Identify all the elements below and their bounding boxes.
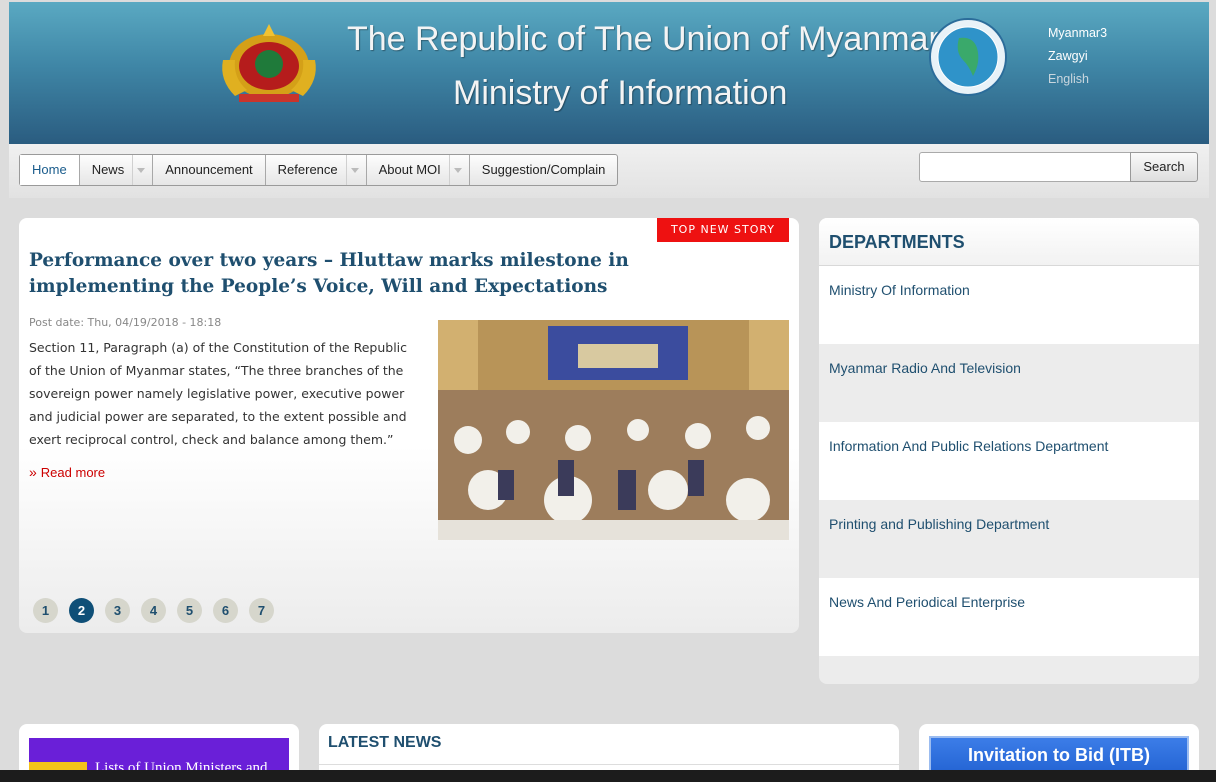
dept-link[interactable]: Printing and Publishing Department	[819, 500, 1199, 578]
page-link[interactable]: 5	[177, 598, 202, 623]
chevron-down-icon	[345, 155, 360, 185]
departments-panel: DEPARTMENTS Ministry Of Information Myan…	[819, 218, 1199, 684]
page-link[interactable]: 3	[105, 598, 130, 623]
site-header: The Republic of The Union of Myanmar Min…	[9, 2, 1209, 144]
page-link-active[interactable]: 2	[69, 598, 94, 623]
top-story-badge: TOP NEW STORY	[657, 218, 789, 242]
os-taskbar	[0, 770, 1216, 782]
story-title[interactable]: Performance over two years – Hluttaw mar…	[29, 248, 769, 300]
story-photo[interactable]	[438, 320, 789, 540]
state-emblem-icon[interactable]	[217, 20, 321, 104]
page-link[interactable]: 7	[249, 598, 274, 623]
language-myanmar3[interactable]: Myanmar3	[1048, 22, 1107, 45]
nav-reference[interactable]: Reference	[266, 155, 367, 185]
nav-announcement[interactable]: Announcement	[153, 155, 266, 185]
page-link[interactable]: 6	[213, 598, 238, 623]
read-more-link[interactable]: » Read more	[29, 464, 105, 480]
site-title-line2: Ministry of Information	[453, 74, 788, 112]
language-english[interactable]: English	[1048, 68, 1107, 91]
departments-heading: DEPARTMENTS	[819, 218, 1199, 266]
page-link[interactable]: 4	[141, 598, 166, 623]
latest-news-heading: LATEST NEWS	[328, 734, 442, 751]
nav-news-label: News	[91, 162, 125, 177]
nav-about-label: About MOI	[378, 162, 441, 177]
nav-home[interactable]: Home	[20, 155, 80, 185]
post-date: Post date: Thu, 04/19/2018 - 18:18	[29, 316, 222, 329]
story-summary: Section 11, Paragraph (a) of the Constit…	[29, 340, 408, 447]
search-input[interactable]	[919, 152, 1131, 182]
story-pager: 1 2 3 4 5 6 7	[33, 598, 285, 623]
page-link[interactable]: 1	[33, 598, 58, 623]
main-menu: Home News Announcement Reference About M…	[19, 154, 619, 186]
nav-about-moi[interactable]: About MOI	[367, 155, 470, 185]
nav-reference-label: Reference	[277, 162, 338, 177]
featured-story-panel: TOP NEW STORY Performance over two years…	[19, 218, 799, 633]
divider	[319, 764, 899, 765]
nav-suggestion[interactable]: Suggestion/Complain	[470, 155, 618, 185]
dept-link[interactable]: Ministry Of Information	[819, 266, 1199, 344]
language-switcher: Myanmar3 Zawgyi English	[1048, 22, 1107, 91]
nav-news[interactable]: News	[80, 155, 154, 185]
read-more-label: Read more	[40, 465, 106, 480]
search-button[interactable]: Search	[1130, 152, 1198, 182]
double-chevron-icon: »	[29, 464, 37, 480]
ministry-seal-icon	[929, 18, 1007, 96]
chevron-down-icon	[448, 155, 463, 185]
dept-link[interactable]: Information And Public Relations Departm…	[819, 422, 1199, 500]
language-zawgyi[interactable]: Zawgyi	[1048, 45, 1107, 68]
chevron-down-icon	[132, 155, 146, 185]
dept-link[interactable]: Myanmar Radio And Television	[819, 344, 1199, 422]
site-title-line1: The Republic of The Union of Myanmar	[347, 20, 940, 58]
dept-link[interactable]: News And Periodical Enterprise	[819, 578, 1199, 656]
